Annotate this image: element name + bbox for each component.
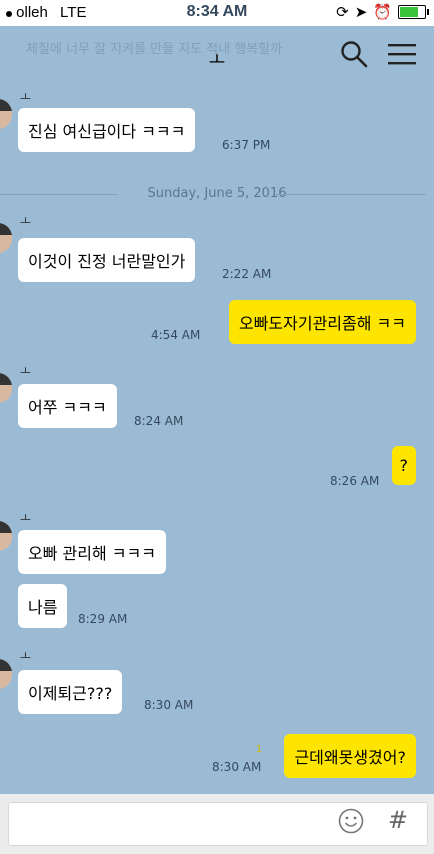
incoming-message[interactable]: 어쭈 ㅋㅋㅋ: [18, 384, 117, 428]
sender-name: ㅗ: [20, 511, 32, 525]
chat-title: ㅗ: [208, 50, 226, 71]
message-input[interactable]: [8, 802, 428, 846]
input-bar: #: [0, 794, 434, 854]
message-time: 8:29 AM: [78, 612, 128, 626]
sender-name: ㅗ: [20, 90, 32, 104]
message-time: 6:37 PM: [222, 138, 271, 152]
chat-header: 체질에 너무 잘 지켜를 만들 지도 적내 행복할까 ㅗ: [0, 26, 434, 84]
emoticon-icon[interactable]: [338, 808, 364, 834]
sender-name: ㅗ: [20, 364, 32, 378]
status-icons: ⟳ ➤ ⏰: [336, 3, 429, 21]
message-time: 8:26 AM: [330, 474, 380, 488]
message-time: 8:24 AM: [134, 414, 184, 428]
date-divider: Sunday, June 5, 2016: [0, 184, 434, 204]
incoming-message[interactable]: 이것이 진정 너란말인가: [18, 238, 196, 282]
avatar[interactable]: [0, 223, 12, 253]
incoming-message[interactable]: 나름: [18, 584, 68, 628]
incoming-message[interactable]: 오빠 관리해 ㅋㅋㅋ: [18, 530, 166, 574]
incoming-message[interactable]: 진심 여신급이다 ㅋㅋㅋ: [18, 108, 196, 152]
avatar[interactable]: [0, 99, 12, 129]
outgoing-message[interactable]: 오빠도자기관리좀해 ㅋㅋ: [228, 300, 416, 344]
outgoing-message[interactable]: ?: [391, 446, 416, 485]
message-time: 2:22 AM: [222, 267, 272, 281]
avatar[interactable]: [0, 521, 12, 551]
rotation-lock-icon: ⟳: [336, 4, 349, 21]
location-icon: ➤: [354, 4, 368, 21]
battery-icon: [398, 5, 429, 19]
outgoing-message[interactable]: 근데왜못생겼어?: [284, 734, 416, 778]
sender-name: ㅗ: [20, 649, 32, 663]
sender-name: ㅗ: [20, 214, 32, 228]
search-icon[interactable]: [340, 40, 368, 68]
avatar[interactable]: [0, 373, 12, 403]
hashtag-search-button[interactable]: #: [388, 806, 408, 834]
alarm-icon: ⏰: [373, 4, 392, 21]
menu-icon[interactable]: [388, 43, 416, 65]
incoming-message[interactable]: 이제퇴근???: [18, 670, 123, 714]
unread-count: 1: [256, 744, 263, 755]
chat-area[interactable]: ㅗ 진심 여신급이다 ㅋㅋㅋ 6:37 PM Sunday, June 5, 2…: [0, 84, 434, 794]
message-time: 8:30 AM: [212, 760, 262, 774]
message-time: 8:30 AM: [144, 698, 194, 712]
status-bar: olleh LTE 8:34 AM ⟳ ➤ ⏰: [0, 0, 434, 26]
message-time: 4:54 AM: [151, 328, 201, 342]
avatar[interactable]: [0, 659, 12, 689]
